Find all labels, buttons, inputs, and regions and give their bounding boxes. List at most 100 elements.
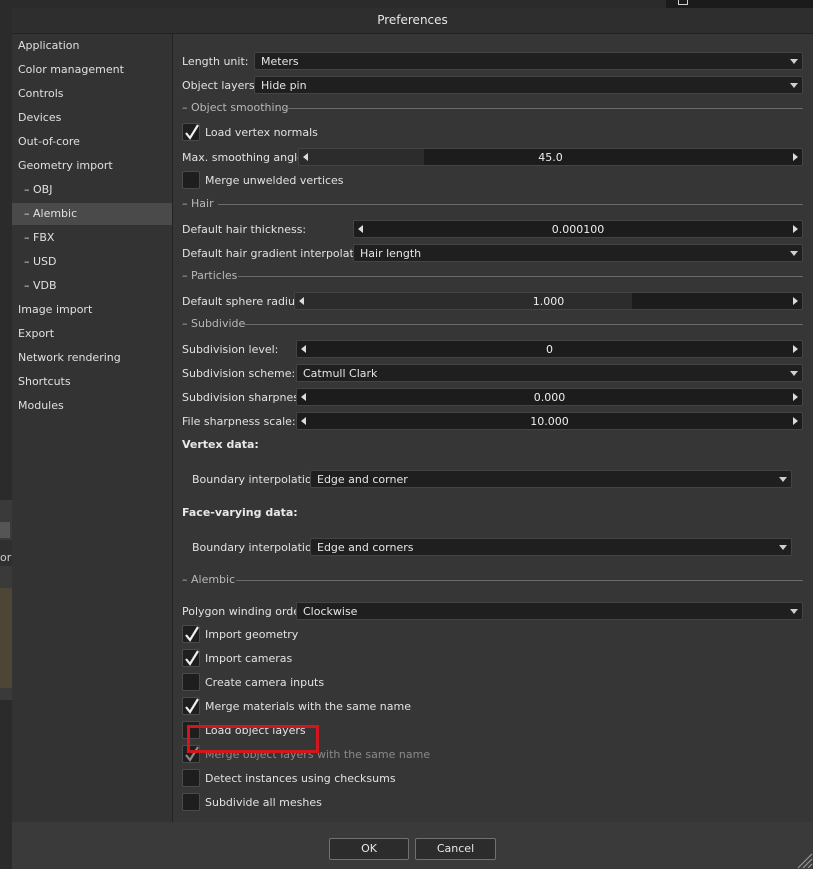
- file-sharpness-row: File sharpness scale: 10.000: [182, 412, 803, 432]
- arrow-right-icon[interactable]: [793, 393, 798, 401]
- sidebar-item-export[interactable]: Export: [12, 323, 172, 345]
- check-icon: [185, 698, 199, 714]
- checkbox-box[interactable]: [182, 123, 200, 141]
- check-icon: [185, 626, 199, 642]
- sidebar-item-image-import[interactable]: Image import: [12, 299, 172, 321]
- sidebar-item-out-of-core[interactable]: Out-of-core: [12, 131, 172, 153]
- face-boundary-select[interactable]: Edge and corners: [310, 538, 792, 556]
- checkbox-label: Merge unwelded vertices: [205, 174, 344, 187]
- subdivision-scheme-select[interactable]: Catmull Clark: [296, 364, 803, 382]
- subdivision-scheme-label: Subdivision scheme:: [182, 367, 296, 380]
- vertex-boundary-value: Edge and corner: [317, 473, 408, 486]
- sidebar-item-shortcuts[interactable]: Shortcuts: [12, 371, 172, 393]
- length-unit-row: Length unit: Meters: [182, 52, 803, 72]
- checkbox-label: Detect instances using checksums: [205, 772, 396, 785]
- arrow-right-icon[interactable]: [793, 417, 798, 425]
- arrow-right-icon[interactable]: [793, 345, 798, 353]
- max-smoothing-angle-slider[interactable]: 45.0: [298, 148, 803, 166]
- checkbox-label: Subdivide all meshes: [205, 796, 322, 809]
- vertex-boundary-row: Boundary interpolation: Edge and corner: [192, 470, 792, 490]
- background-panel-text: or: [0, 540, 12, 566]
- section-title: – Subdivide: [182, 317, 246, 330]
- checkbox-label: Create camera inputs: [205, 676, 325, 689]
- length-unit-label: Length unit:: [182, 55, 249, 68]
- winding-order-value: Clockwise: [303, 605, 358, 618]
- slider-value: 0: [546, 343, 553, 356]
- sidebar-item-obj[interactable]: – OBJ: [12, 179, 172, 201]
- arrow-right-icon[interactable]: [793, 297, 798, 305]
- background-panel-image: [0, 588, 12, 688]
- preferences-dialog: Preferences Application Color management…: [12, 8, 813, 869]
- sidebar-item-alembic[interactable]: – Alembic: [12, 203, 172, 225]
- section-hair: – Hair: [182, 197, 803, 211]
- section-title: – Hair: [182, 197, 214, 210]
- background-panel: [0, 522, 10, 538]
- sidebar-item-network-rendering[interactable]: Network rendering: [12, 347, 172, 369]
- vertex-data-heading: Vertex data:: [182, 438, 259, 451]
- checkbox-box[interactable]: [182, 625, 200, 643]
- section-particles: – Particles: [182, 269, 803, 283]
- section-title: – Alembic: [182, 573, 236, 586]
- section-subdivide: – Subdivide: [182, 317, 803, 331]
- resize-grip-icon[interactable]: [793, 849, 813, 869]
- subdivision-sharpness-slider[interactable]: 0.000: [296, 388, 803, 406]
- settings-panel: Length unit: Meters Object layers: Hide …: [173, 34, 813, 822]
- face-boundary-label: Boundary interpolation:: [192, 541, 323, 554]
- section-title: – Particles: [182, 269, 238, 282]
- winding-order-label: Polygon winding order:: [182, 605, 309, 618]
- winding-order-select[interactable]: Clockwise: [296, 602, 803, 620]
- slider-value: 1.000: [532, 295, 565, 308]
- object-layers-label: Object layers:: [182, 79, 259, 92]
- hair-thickness-slider[interactable]: 0.000100: [353, 220, 803, 238]
- section-object-smoothing: – Object smoothing: [182, 101, 803, 115]
- section-divider: [238, 276, 803, 277]
- cancel-button[interactable]: Cancel: [415, 838, 496, 860]
- checkbox-box[interactable]: [182, 649, 200, 667]
- hair-thickness-label: Default hair thickness:: [182, 223, 307, 236]
- length-unit-select[interactable]: Meters: [254, 52, 803, 70]
- sidebar-item-controls[interactable]: Controls: [12, 83, 172, 105]
- subdivision-level-row: Subdivision level: 0: [182, 340, 803, 360]
- ok-button[interactable]: OK: [329, 838, 409, 860]
- slider-value: 10.000: [530, 415, 569, 428]
- sidebar-item-fbx[interactable]: – FBX: [12, 227, 172, 249]
- chevron-down-icon: [790, 371, 798, 376]
- arrow-right-icon[interactable]: [793, 225, 798, 233]
- file-sharpness-label: File sharpness scale:: [182, 415, 296, 428]
- arrow-right-icon[interactable]: [793, 153, 798, 161]
- file-sharpness-slider[interactable]: 10.000: [296, 412, 803, 430]
- slider-value: 0.000: [533, 391, 566, 404]
- face-boundary-row: Boundary interpolation: Edge and corners: [192, 538, 792, 558]
- checkbox-box[interactable]: [182, 793, 200, 811]
- chevron-down-icon: [790, 609, 798, 614]
- checkbox-box[interactable]: [182, 769, 200, 787]
- sidebar-item-geometry-import[interactable]: Geometry import: [12, 155, 172, 177]
- checkbox-box[interactable]: [182, 673, 200, 691]
- sidebar-item-vdb[interactable]: – VDB: [12, 275, 172, 297]
- hair-gradient-select[interactable]: Hair length: [353, 244, 803, 262]
- sidebar-item-application[interactable]: Application: [12, 35, 172, 57]
- subdivision-sharpness-label: Subdivision sharpness:: [182, 391, 309, 404]
- checkbox-box[interactable]: [182, 697, 200, 715]
- max-smoothing-angle-label: Max. smoothing angle:: [182, 151, 308, 164]
- section-divider: [284, 108, 803, 109]
- object-layers-select[interactable]: Hide pin: [254, 76, 803, 94]
- section-alembic: – Alembic: [182, 573, 803, 587]
- subdivision-level-slider[interactable]: 0: [296, 340, 803, 358]
- vertex-boundary-select[interactable]: Edge and corner: [310, 470, 792, 488]
- sphere-radius-row: Default sphere radius: 1.000: [182, 292, 803, 312]
- chevron-down-icon: [790, 83, 798, 88]
- dialog-title: Preferences: [377, 13, 448, 27]
- object-layers-row: Object layers: Hide pin: [182, 76, 803, 96]
- sphere-radius-slider[interactable]: 1.000: [294, 292, 803, 310]
- sidebar-item-devices[interactable]: Devices: [12, 107, 172, 129]
- sidebar-item-modules[interactable]: Modules: [12, 395, 172, 417]
- chevron-down-icon: [790, 251, 798, 256]
- chevron-down-icon: [779, 545, 787, 550]
- subdivision-scheme-row: Subdivision scheme: Catmull Clark: [182, 364, 803, 384]
- face-varying-data-heading: Face-varying data:: [182, 506, 298, 519]
- slider-value: 45.0: [538, 151, 563, 164]
- checkbox-box[interactable]: [182, 171, 200, 189]
- sidebar-item-color-management[interactable]: Color management: [12, 59, 172, 81]
- sidebar-item-usd[interactable]: – USD: [12, 251, 172, 273]
